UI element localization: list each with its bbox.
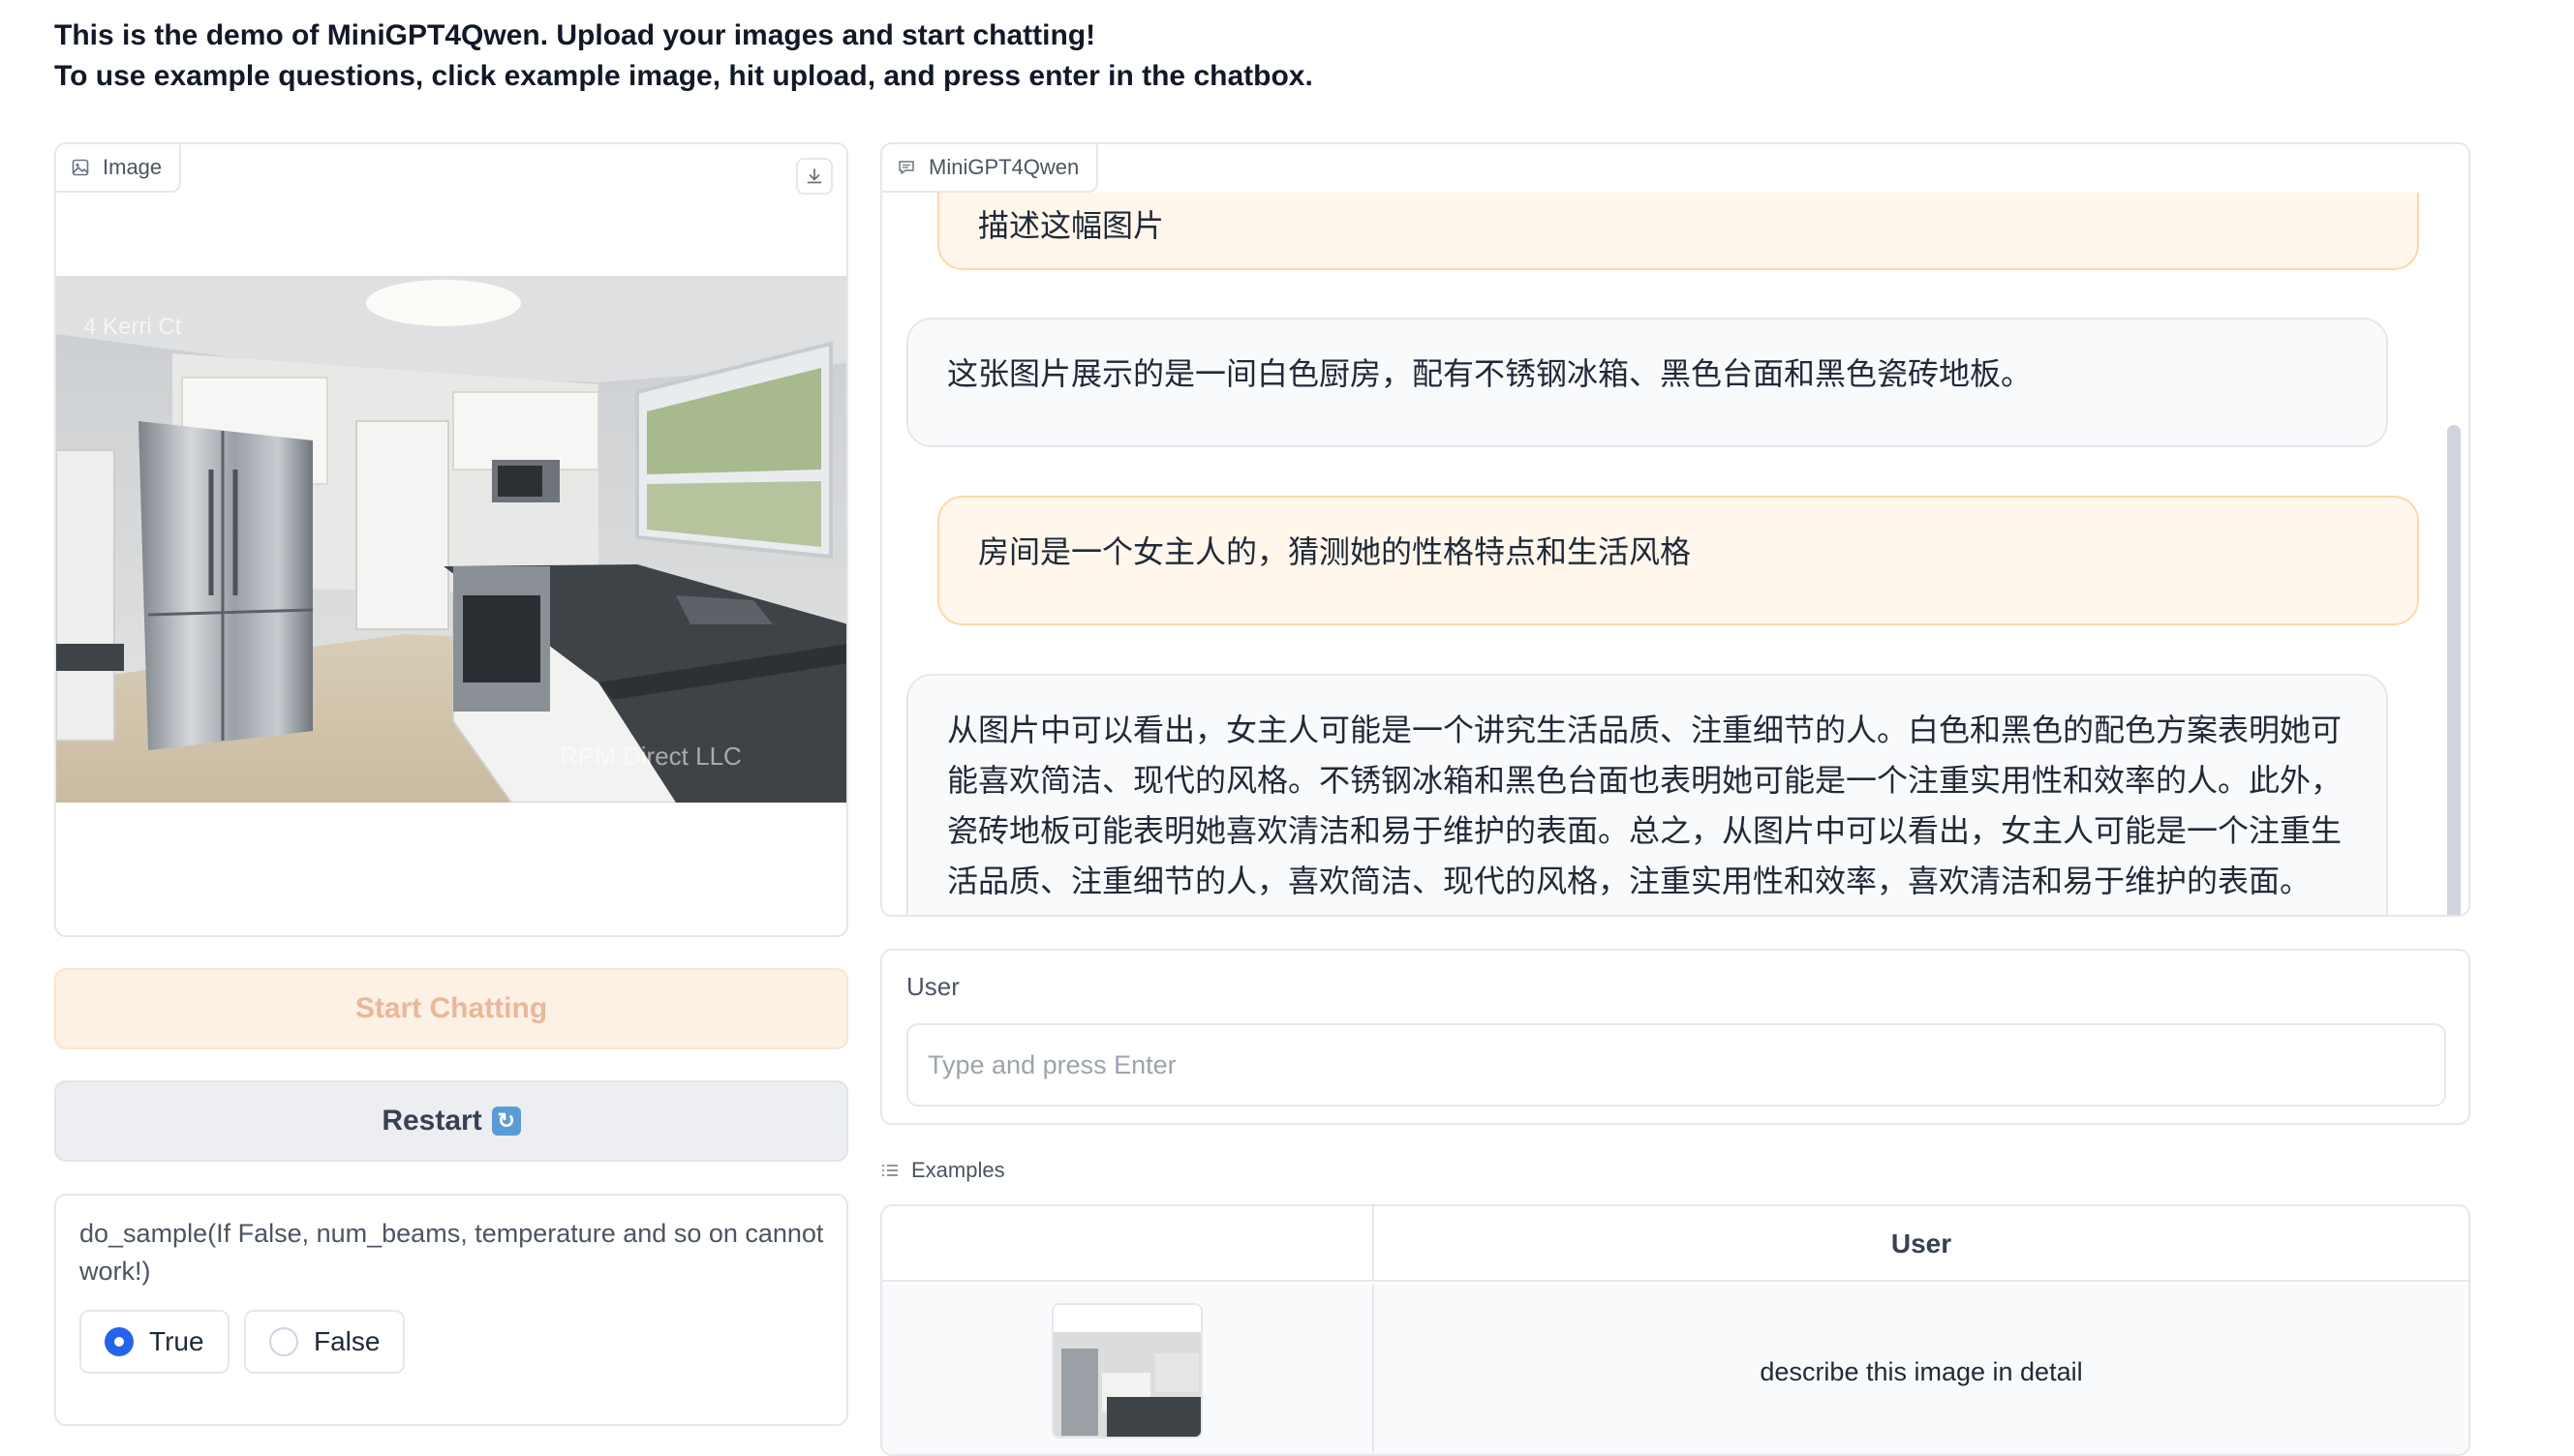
bot-message-line: 能喜欢简洁、现代的风格。不锈钢冰箱和黑色台面也表明她可能是一个注重实用性和效率的… <box>947 763 2343 798</box>
radio-option-true[interactable]: True <box>79 1310 230 1374</box>
restart-button[interactable]: Restart ↻ <box>54 1080 848 1162</box>
chatbot-label-text: MiniGPT4Qwen <box>929 155 1080 179</box>
chat-messages[interactable]: 描述这幅图片 这张图片展示的是一间白色厨房，配有不锈钢冰箱、黑色台面和黑色瓷砖地… <box>882 193 2443 915</box>
bot-message-line: 活品质、注重细节的人，喜欢简洁、现代的风格，注重实用性和效率，喜欢清洁和易于维护… <box>947 864 2312 898</box>
download-icon <box>807 168 822 184</box>
example-row[interactable]: describe this image in detail <box>882 1284 2468 1454</box>
kitchen-photo: 4 Kerri Ct RPM Direct LLC <box>56 276 846 803</box>
user-field-label: User <box>906 972 960 1001</box>
user-textbox-panel: User <box>880 949 2470 1125</box>
examples-table: User describe this image in detail <box>880 1204 2470 1456</box>
svg-text:RPM Direct LLC: RPM Direct LLC <box>560 742 742 771</box>
do-sample-panel: do_sample(If False, num_beams, temperatu… <box>54 1194 848 1426</box>
bot-message-line: 瓷砖地板可能表明她喜欢清洁和易于维护的表面。总之，从图片中可以看出，女主人可能是… <box>947 813 2343 848</box>
intro-text: This is the demo of MiniGPT4Qwen. Upload… <box>54 15 1313 97</box>
image-panel-label: Image <box>56 144 182 193</box>
examples-header-user: User <box>1890 1228 1952 1259</box>
radio-unchecked-icon <box>269 1327 298 1356</box>
chat-scrollbar[interactable] <box>2447 425 2461 915</box>
start-chatting-button[interactable]: Start Chatting <box>54 968 848 1049</box>
examples-header: User <box>882 1206 2468 1282</box>
example-user-cell[interactable]: describe this image in detail <box>1374 1284 2468 1454</box>
image-label-text: Image <box>103 155 163 179</box>
examples-header-image <box>882 1206 1374 1282</box>
radio-checked-icon <box>105 1327 134 1356</box>
chatbot-panel[interactable]: MiniGPT4Qwen 描述这幅图片 这张图片展示的是一间白色厨房，配有不锈钢… <box>880 142 2470 917</box>
user-message-input[interactable] <box>906 1023 2446 1107</box>
svg-text:4 Kerri Ct: 4 Kerri Ct <box>83 314 182 340</box>
user-message: 描述这幅图片 <box>937 193 2419 270</box>
restart-icon: ↻ <box>491 1107 521 1136</box>
radio-option-false[interactable]: False <box>244 1310 406 1374</box>
examples-label: Examples <box>880 1158 1005 1183</box>
bot-message-line: 从图片中可以看出，女主人可能是一个讲究生活品质、注重细节的人。白色和黑色的配色方… <box>947 713 2343 747</box>
image-icon <box>72 159 89 176</box>
list-icon <box>882 1165 898 1176</box>
bot-message: 这张图片展示的是一间白色厨房，配有不锈钢冰箱、黑色台面和黑色瓷砖地板。 <box>906 318 2388 447</box>
chat-icon <box>899 161 914 174</box>
intro-line-1: This is the demo of MiniGPT4Qwen. Upload… <box>54 19 1096 51</box>
bot-message: 从图片中可以看出，女主人可能是一个讲究生活品质、注重细节的人。白色和黑色的配色方… <box>906 674 2388 915</box>
example-image-cell[interactable] <box>882 1284 1374 1454</box>
user-message: 房间是一个女主人的，猜测她的性格特点和生活风格 <box>937 496 2419 625</box>
intro-line-2: To use example questions, click example … <box>54 60 1313 92</box>
do-sample-label: do_sample(If False, num_beams, temperatu… <box>79 1219 824 1286</box>
example-thumbnail[interactable] <box>1052 1303 1203 1439</box>
chatbot-panel-label: MiniGPT4Qwen <box>882 144 1099 193</box>
image-upload-panel[interactable]: Image 4 Kerri Ct RPM Direct LLC <box>54 142 848 937</box>
download-button[interactable] <box>796 158 833 195</box>
